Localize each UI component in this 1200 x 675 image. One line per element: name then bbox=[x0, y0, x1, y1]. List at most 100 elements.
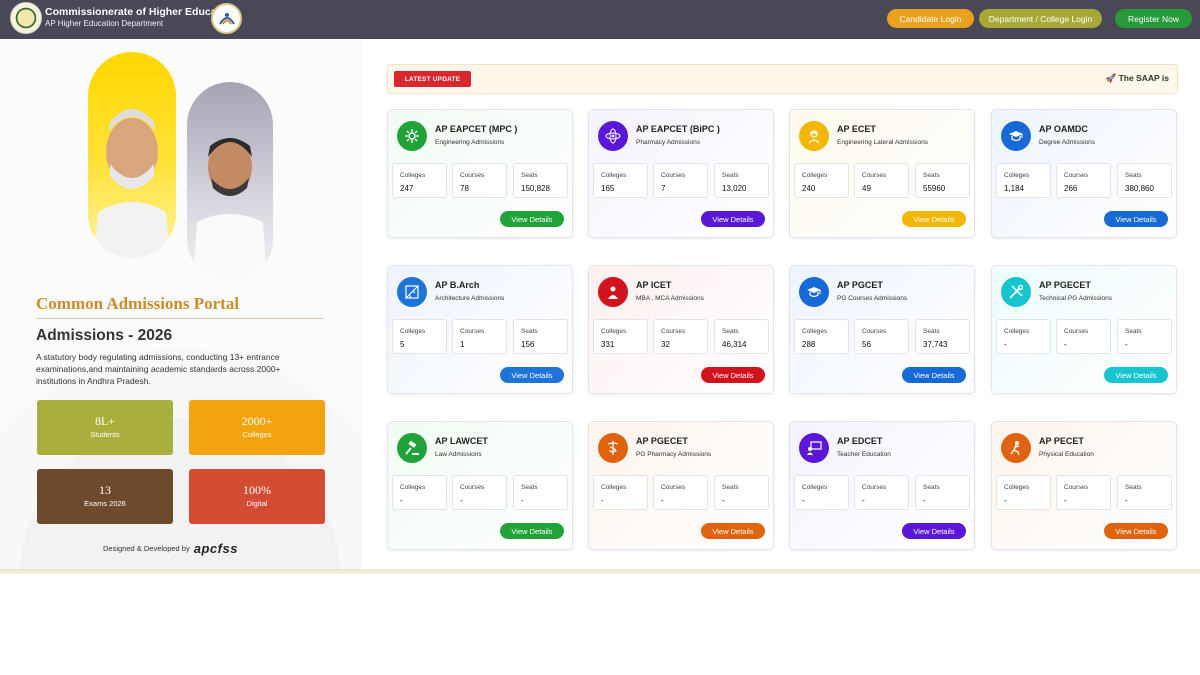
card-title: AP PGECET bbox=[636, 436, 688, 446]
card-title: AP LAWCET bbox=[435, 436, 488, 446]
register-now-button[interactable]: Register Now bbox=[1115, 9, 1192, 28]
seats-value: - bbox=[722, 496, 725, 505]
gear-icon bbox=[397, 121, 427, 151]
courses-value: 266 bbox=[1064, 184, 1078, 193]
admission-card: AP PGECET PG Pharmacy Admissions Colleges -… bbox=[588, 421, 774, 550]
colleges-value: - bbox=[1004, 496, 1007, 505]
courses-label: Courses bbox=[661, 328, 686, 335]
seats-count-box: Seats - bbox=[915, 475, 970, 510]
colleges-label: Colleges bbox=[400, 172, 426, 179]
department-college-login-button[interactable]: Department / College Login bbox=[979, 9, 1102, 28]
colleges-count-box: Colleges 247 bbox=[392, 163, 447, 198]
admission-card: AP EAPCET (MPC ) Engineering Admissions Co… bbox=[387, 109, 573, 238]
organization-name: Commissionerate of Higher Education AP H… bbox=[45, 6, 236, 30]
graduation-cap-icon bbox=[1001, 121, 1031, 151]
courses-label: Courses bbox=[862, 172, 887, 179]
card-subtitle: Technical PG Admissions bbox=[1039, 295, 1112, 302]
view-details-button[interactable]: View Details bbox=[902, 523, 966, 539]
courses-count-box: Courses 266 bbox=[1056, 163, 1111, 198]
card-subtitle: Physical Education bbox=[1039, 451, 1094, 458]
view-details-button[interactable]: View Details bbox=[902, 367, 966, 383]
view-details-button[interactable]: View Details bbox=[902, 211, 966, 227]
org-title: Commissionerate of Higher Education bbox=[45, 6, 236, 18]
courses-label: Courses bbox=[460, 328, 485, 335]
seats-count-box: Seats 380,860 bbox=[1117, 163, 1172, 198]
seats-label: Seats bbox=[923, 172, 940, 179]
courses-count-box: Courses - bbox=[653, 475, 708, 510]
view-details-button[interactable]: View Details bbox=[701, 523, 765, 539]
title-divider bbox=[36, 318, 324, 319]
developer-credit: Designed & Developed by apcfss bbox=[103, 541, 238, 556]
seats-label: Seats bbox=[521, 484, 538, 491]
seats-count-box: Seats - bbox=[1117, 475, 1172, 510]
card-title: AP B.Arch bbox=[435, 280, 480, 290]
view-details-button[interactable]: View Details bbox=[500, 523, 564, 539]
colleges-value: 5 bbox=[400, 340, 405, 349]
apcfss-logo[interactable]: apcfss bbox=[194, 541, 238, 556]
colleges-value: 331 bbox=[601, 340, 615, 349]
colleges-value: - bbox=[802, 496, 805, 505]
view-details-button[interactable]: View Details bbox=[500, 367, 564, 383]
colleges-count-box: Colleges - bbox=[794, 475, 849, 510]
seats-value: 156 bbox=[521, 340, 535, 349]
view-details-button[interactable]: View Details bbox=[1104, 211, 1168, 227]
stat-value: 13 bbox=[99, 483, 111, 497]
courses-label: Courses bbox=[1064, 172, 1089, 179]
view-details-button[interactable]: View Details bbox=[1104, 523, 1168, 539]
seats-label: Seats bbox=[923, 328, 940, 335]
colleges-value: - bbox=[601, 496, 604, 505]
card-subtitle: Architecture Admissions bbox=[435, 295, 505, 302]
admission-card: AP OAMDC Degree Admissions Colleges 1,184 Co… bbox=[991, 109, 1177, 238]
colleges-count-box: Colleges 5 bbox=[392, 319, 447, 354]
courses-value: - bbox=[1064, 496, 1067, 505]
card-subtitle: Teacher Education bbox=[837, 451, 891, 458]
courses-label: Courses bbox=[862, 484, 887, 491]
courses-count-box: Courses - bbox=[854, 475, 909, 510]
view-details-button[interactable]: View Details bbox=[701, 211, 765, 227]
card-subtitle: Pharmacy Admissions bbox=[636, 139, 700, 146]
courses-count-box: Courses - bbox=[1056, 319, 1111, 354]
seats-label: Seats bbox=[923, 484, 940, 491]
colleges-value: - bbox=[1004, 340, 1007, 349]
admission-card: AP ECET Engineering Lateral Admissions Col… bbox=[789, 109, 975, 238]
stat-label: Students bbox=[90, 430, 120, 439]
stat-students: 8L+ Students bbox=[37, 400, 173, 455]
ticker-text[interactable]: 🚀 The SAAP is bbox=[1106, 73, 1169, 84]
colleges-label: Colleges bbox=[601, 172, 627, 179]
courses-value: 7 bbox=[661, 184, 666, 193]
view-details-button[interactable]: View Details bbox=[1104, 367, 1168, 383]
courses-value: 49 bbox=[862, 184, 871, 193]
card-title: AP PECET bbox=[1039, 436, 1084, 446]
card-title: AP EAPCET (BiPC ) bbox=[636, 124, 720, 134]
seats-value: - bbox=[521, 496, 524, 505]
seats-count-box: Seats 13,020 bbox=[714, 163, 769, 198]
card-title: AP PGCET bbox=[837, 280, 883, 290]
view-details-button[interactable]: View Details bbox=[701, 367, 765, 383]
card-subtitle: Engineering Lateral Admissions bbox=[837, 139, 929, 146]
view-details-button[interactable]: View Details bbox=[500, 211, 564, 227]
stat-label: Colleges bbox=[242, 430, 272, 439]
seats-label: Seats bbox=[1125, 484, 1142, 491]
colleges-value: 165 bbox=[601, 184, 615, 193]
caduceus-icon bbox=[598, 433, 628, 463]
seats-value: - bbox=[923, 496, 926, 505]
admission-card: AP PECET Physical Education Colleges - Cours… bbox=[991, 421, 1177, 550]
stat-label: Exams 2026 bbox=[84, 499, 126, 508]
colleges-label: Colleges bbox=[802, 484, 828, 491]
stat-value: 2000+ bbox=[241, 414, 273, 428]
candidate-login-button[interactable]: Candidate Login bbox=[887, 9, 974, 28]
admission-card: AP ICET MBA , MCA Admissions Colleges 331 Co… bbox=[588, 265, 774, 394]
colleges-label: Colleges bbox=[802, 172, 828, 179]
seats-value: - bbox=[1125, 496, 1128, 505]
colleges-label: Colleges bbox=[1004, 328, 1030, 335]
seats-label: Seats bbox=[722, 328, 739, 335]
seats-label: Seats bbox=[1125, 328, 1142, 335]
courses-count-box: Courses - bbox=[452, 475, 507, 510]
card-title: AP OAMDC bbox=[1039, 124, 1088, 134]
card-subtitle: Law Admissions bbox=[435, 451, 482, 458]
seats-value: 37,743 bbox=[923, 340, 948, 349]
courses-value: 56 bbox=[862, 340, 871, 349]
portal-title: Common Admissions Portal bbox=[36, 294, 240, 313]
courses-label: Courses bbox=[1064, 484, 1089, 491]
colleges-count-box: Colleges - bbox=[593, 475, 648, 510]
